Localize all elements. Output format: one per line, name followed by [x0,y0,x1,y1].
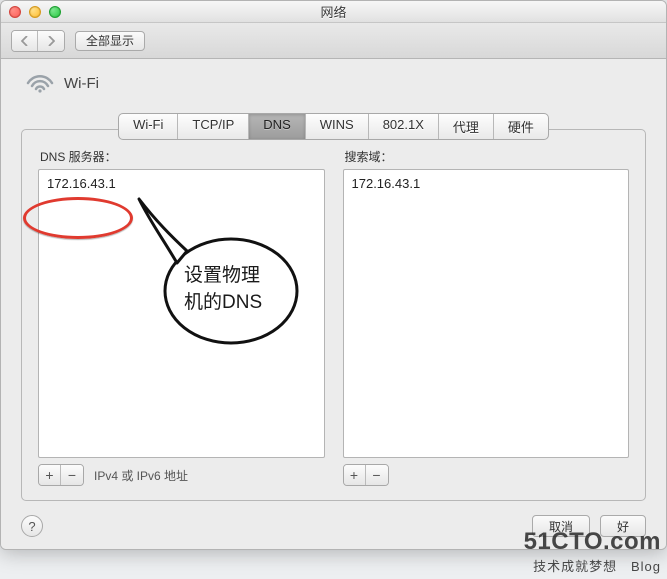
tab-proxy[interactable]: 代理 [439,114,494,139]
remove-domain-button[interactable]: − [366,465,388,485]
watermark-tag: Blog [631,559,661,574]
show-all-button[interactable]: 全部显示 [75,31,145,51]
zoom-window-button[interactable] [49,6,61,18]
window-controls [9,6,61,18]
search-domains-column: 搜索域： 172.16.43.1 + − [343,148,630,486]
dns-hint: IPv4 或 IPv6 地址 [94,467,188,484]
remove-dns-button[interactable]: − [61,465,83,485]
watermark-subtitle: 技术成就梦想 [533,559,617,574]
minimize-window-button[interactable] [29,6,41,18]
tab-wifi[interactable]: Wi-Fi [119,114,178,139]
tab-tcpip[interactable]: TCP/IP [178,114,249,139]
toolbar: 全部显示 [1,23,666,59]
cancel-button[interactable]: 取消 [532,515,590,537]
tab-hardware[interactable]: 硬件 [494,114,548,139]
add-dns-button[interactable]: + [39,465,61,485]
tab-bar: Wi-Fi TCP/IP DNS WINS 802.1X 代理 硬件 [21,113,646,140]
forward-button[interactable] [38,31,64,51]
window-title: 网络 [1,2,666,21]
list-item[interactable]: 172.16.43.1 [47,176,316,191]
add-domain-button[interactable]: + [344,465,366,485]
title-bar: 网络 [1,1,666,23]
list-item[interactable]: 172.16.43.1 [352,176,621,191]
help-button[interactable]: ? [21,515,43,537]
dns-servers-controls: + − IPv4 或 IPv6 地址 [38,464,325,486]
tab-segment: Wi-Fi TCP/IP DNS WINS 802.1X 代理 硬件 [118,113,549,140]
body-area: Wi-Fi Wi-Fi TCP/IP DNS WINS 802.1X 代理 硬件… [1,59,666,549]
footer-row: ? 取消 好 [21,515,646,537]
chevron-right-icon [47,36,55,46]
footer-actions: 取消 好 [532,515,646,537]
tab-pane: DNS 服务器： 172.16.43.1 + − IPv4 或 IPv6 地址 … [21,129,646,501]
tab-dns[interactable]: DNS [249,114,305,139]
close-window-button[interactable] [9,6,21,18]
tab-8021x[interactable]: 802.1X [369,114,439,139]
search-domains-label: 搜索域： [345,148,630,165]
search-domains-controls: + − [343,464,630,486]
search-domains-list[interactable]: 172.16.43.1 [343,169,630,458]
dns-servers-column: DNS 服务器： 172.16.43.1 + − IPv4 或 IPv6 地址 [38,148,325,486]
dns-servers-list[interactable]: 172.16.43.1 [38,169,325,458]
back-button[interactable] [12,31,38,51]
tab-wins[interactable]: WINS [306,114,369,139]
chevron-left-icon [21,36,29,46]
two-column-layout: DNS 服务器： 172.16.43.1 + − IPv4 或 IPv6 地址 … [38,148,629,486]
heading-row: Wi-Fi [26,73,646,93]
preferences-window: 网络 全部显示 Wi-Fi [0,0,667,550]
connection-name: Wi-Fi [64,75,99,92]
nav-segment [11,30,65,52]
dns-servers-label: DNS 服务器： [40,148,325,165]
ok-button[interactable]: 好 [600,515,646,537]
domain-add-remove-segment: + − [343,464,389,486]
wifi-icon [26,73,54,93]
dns-add-remove-segment: + − [38,464,84,486]
